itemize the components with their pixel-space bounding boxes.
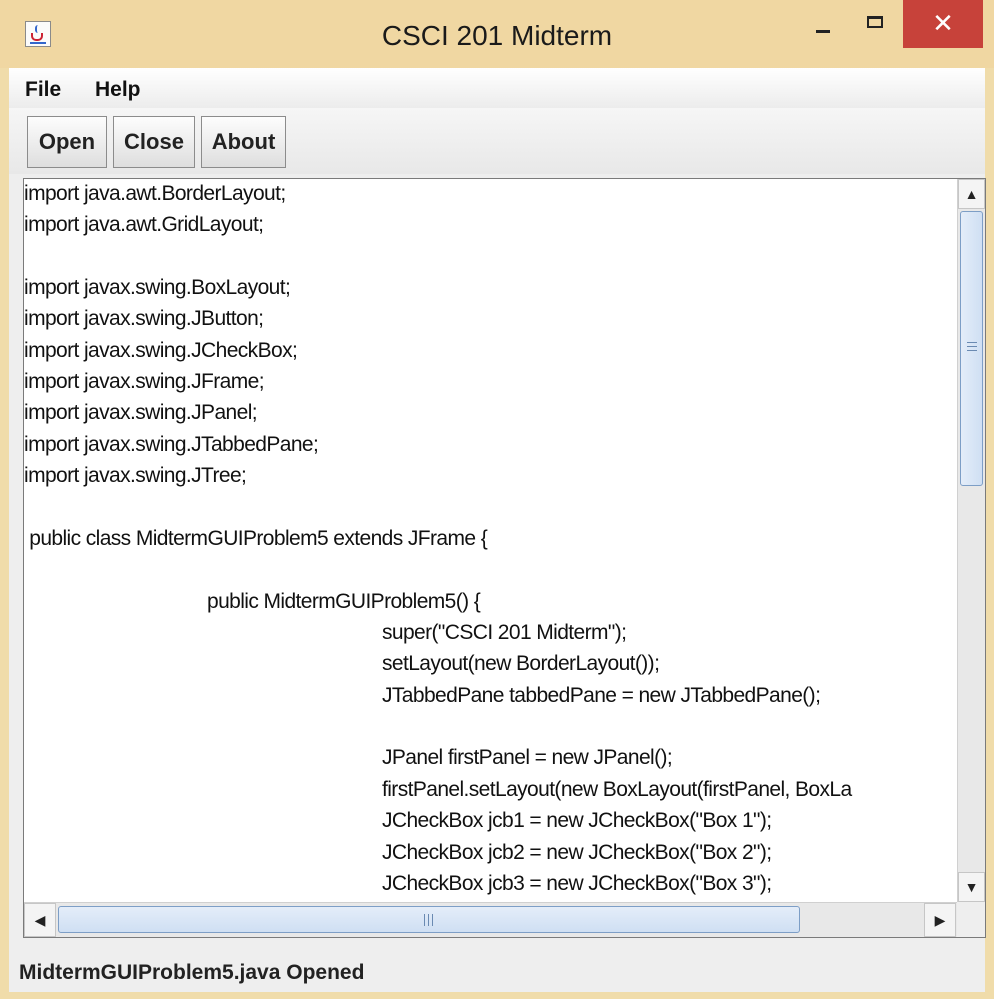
- app-window: CSCI 201 Midterm ✕ File Help Open Close …: [0, 0, 994, 999]
- scroll-up-button[interactable]: ▲: [958, 179, 985, 209]
- code-line: import javax.swing.JPanel;: [24, 401, 258, 424]
- code-line: import javax.swing.BoxLayout;: [24, 276, 291, 299]
- scrollbar-corner: [957, 902, 985, 937]
- vertical-scrollbar[interactable]: ▲ ▼: [957, 179, 985, 902]
- close-window-button[interactable]: ✕: [903, 0, 983, 48]
- code-text-area[interactable]: import java.awt.BorderLayout; import jav…: [23, 178, 986, 938]
- arrow-up-icon: ▲: [964, 186, 979, 202]
- close-button[interactable]: Close: [113, 116, 195, 168]
- horizontal-scroll-thumb[interactable]: [58, 906, 800, 933]
- vertical-scroll-thumb[interactable]: [960, 211, 983, 486]
- code-line: firstPanel.setLayout(new BoxLayout(first…: [382, 778, 852, 801]
- code-line: JCheckBox jcb2 = new JCheckBox("Box 2");: [382, 841, 772, 864]
- code-line: import javax.swing.JFrame;: [24, 370, 265, 393]
- arrow-right-icon: ▶: [934, 912, 946, 928]
- code-line: public class MidtermGUIProblem5 extends …: [24, 527, 488, 550]
- open-button[interactable]: Open: [27, 116, 107, 168]
- about-button[interactable]: About: [201, 116, 286, 168]
- code-line: import javax.swing.JButton;: [24, 307, 264, 330]
- status-bar: MidtermGUIProblem5.java Opened: [9, 938, 985, 992]
- scroll-left-button[interactable]: ◀: [24, 903, 56, 937]
- maximize-icon: [867, 16, 883, 28]
- minimize-icon: [816, 30, 830, 33]
- menu-help[interactable]: Help: [95, 78, 141, 102]
- code-line: JCheckBox jcb3 = new JCheckBox("Box 3");: [382, 872, 772, 895]
- code-line: public MidtermGUIProblem5() {: [207, 590, 481, 613]
- code-line: import java.awt.GridLayout;: [24, 213, 264, 236]
- maximize-button[interactable]: [850, 0, 900, 48]
- code-line: import javax.swing.JTree;: [24, 464, 247, 487]
- title-bar[interactable]: CSCI 201 Midterm ✕: [0, 0, 994, 68]
- menu-file[interactable]: File: [25, 78, 61, 102]
- minimize-button[interactable]: [800, 0, 844, 48]
- code-line: setLayout(new BorderLayout());: [382, 652, 660, 675]
- code-line: import javax.swing.JTabbedPane;: [24, 433, 319, 456]
- arrow-left-icon: ◀: [34, 912, 46, 928]
- window-title: CSCI 201 Midterm: [381, 20, 613, 51]
- arrow-down-icon: ▼: [964, 879, 979, 895]
- grip-icon: [967, 342, 977, 343]
- horizontal-scrollbar[interactable]: ◀ ▶: [24, 902, 957, 937]
- code-line: super("CSCI 201 Midterm");: [382, 621, 627, 644]
- client-area: File Help Open Close About import java.a…: [9, 68, 986, 992]
- grip-icon: [424, 914, 425, 926]
- code-viewport[interactable]: import java.awt.BorderLayout; import jav…: [24, 179, 956, 902]
- scroll-right-button[interactable]: ▶: [924, 903, 956, 937]
- code-line: import javax.swing.JCheckBox;: [24, 339, 298, 362]
- code-line: JCheckBox jcb1 = new JCheckBox("Box 1");: [382, 809, 772, 832]
- status-message: MidtermGUIProblem5.java Opened: [19, 961, 365, 984]
- menu-bar: File Help: [9, 68, 985, 108]
- code-line: import java.awt.BorderLayout;: [24, 182, 286, 205]
- code-line: JPanel firstPanel = new JPanel();: [382, 746, 673, 769]
- scroll-down-button[interactable]: ▼: [958, 872, 985, 902]
- code-line: JTabbedPane tabbedPane = new JTabbedPane…: [382, 684, 821, 707]
- toolbar: Open Close About: [9, 108, 985, 174]
- close-icon: ✕: [932, 8, 954, 38]
